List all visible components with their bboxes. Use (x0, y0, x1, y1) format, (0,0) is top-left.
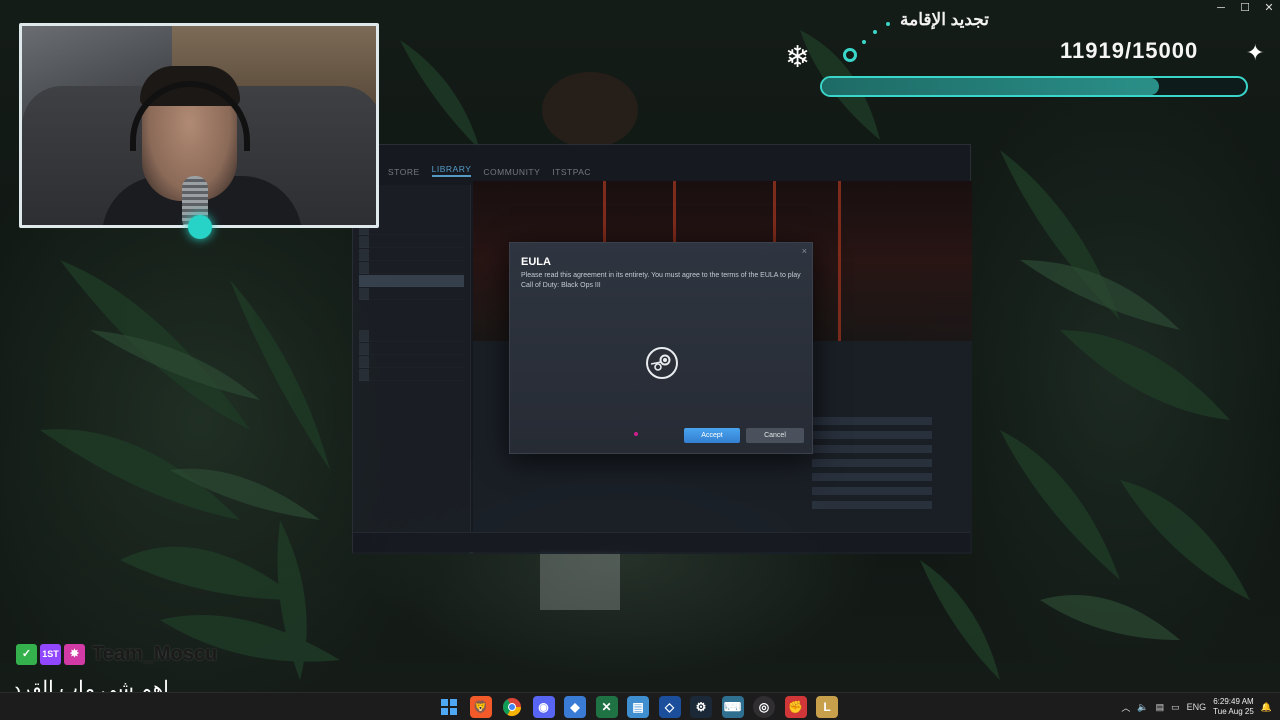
league-icon[interactable]: L (816, 696, 838, 718)
library-item[interactable] (359, 356, 464, 368)
webcam-accent-dot (188, 215, 212, 239)
minimize-button[interactable]: ─ (1216, 2, 1226, 14)
friends-panel (812, 411, 962, 531)
goal-title: تجديد الإقامة (900, 10, 989, 29)
notepad-icon[interactable]: ▤ (627, 696, 649, 718)
goal-progress-fill (822, 78, 1159, 95)
obs-icon[interactable]: ◎ (753, 696, 775, 718)
star-badge-icon: ✸ (64, 644, 85, 665)
riot-icon[interactable]: ✊ (784, 696, 807, 718)
library-item[interactable] (359, 288, 464, 300)
accept-button[interactable]: Accept (684, 428, 740, 443)
windows-icon[interactable] (438, 696, 460, 718)
checkmark-badge-icon: ✓ (16, 644, 37, 665)
chrome-icon[interactable] (501, 696, 523, 718)
keyboard-icon[interactable]: ⌨ (721, 696, 744, 718)
cancel-button[interactable]: Cancel (746, 428, 804, 443)
taskbar-apps: 🦁 ◉ ◆ ✕ ▤ ◇ ⚙ ⌨ ◎ ✊ L (438, 696, 838, 718)
library-item[interactable] (359, 330, 464, 342)
notification-icon[interactable]: 🔔 (1261, 702, 1272, 713)
system-tray: ︿ 🔈 ▤ ▭ ENG 6:29:49 AM Tue Aug 25 🔔 (1121, 693, 1272, 720)
steam-nav-profile[interactable]: ITSTPAC (552, 167, 591, 177)
cursor-icon (634, 432, 638, 436)
snowflake-icon: ❄ (785, 41, 811, 74)
steam-nav: STORE LIBRARY COMMUNITY ITSTPAC (353, 145, 970, 185)
eula-dialog: EULA × Please read this agreement in its… (509, 242, 813, 454)
taskbar: 🦁 ◉ ◆ ✕ ▤ ◇ ⚙ ⌨ ◎ ✊ L ︿ 🔈 ▤ ▭ ENG 6:29:4… (0, 692, 1280, 720)
dialog-text: Please read this agreement in its entire… (521, 272, 801, 289)
library-item[interactable] (359, 262, 464, 274)
goal-progress-bar (820, 76, 1248, 97)
steam-icon[interactable]: ⚙ (690, 696, 712, 718)
azure-icon[interactable]: ◇ (658, 696, 681, 718)
library-item-selected[interactable] (359, 275, 464, 287)
excel-icon[interactable]: ✕ (595, 696, 618, 718)
hero-stripe (838, 181, 841, 341)
close-button[interactable]: ✕ (1264, 2, 1274, 14)
dialog-title: EULA (521, 256, 551, 268)
clock-date: Tue Aug 25 (1213, 707, 1254, 716)
steam-nav-library[interactable]: LIBRARY (431, 164, 472, 177)
clock-time: 6:29:49 AM (1213, 697, 1254, 706)
close-icon[interactable]: × (802, 246, 807, 256)
goal-count: 11919/15000 (1060, 38, 1199, 63)
steam-footer (353, 532, 970, 552)
sparkle-icon: ✦ (1246, 40, 1265, 65)
network-icon[interactable]: ▤ (1156, 702, 1165, 713)
language-indicator[interactable]: ENG (1187, 702, 1207, 712)
chat-line: ✓ 1ST ✸ Team_Moscu (16, 643, 217, 666)
steam-logo-icon (646, 347, 678, 379)
battery-icon[interactable]: ▭ (1171, 702, 1180, 713)
steam-library-sidebar (353, 185, 471, 554)
webcam-feed (19, 23, 379, 228)
files-icon[interactable]: ◆ (564, 696, 586, 718)
clock[interactable]: 6:29:49 AM Tue Aug 25 (1213, 697, 1254, 717)
discord-icon[interactable]: ◉ (532, 696, 555, 718)
library-item[interactable] (359, 343, 464, 355)
goal-ring-decoration (843, 48, 857, 62)
steam-nav-community[interactable]: COMMUNITY (483, 167, 540, 177)
library-item[interactable] (359, 369, 464, 381)
window-controls: ─ ☐ ✕ (1216, 2, 1274, 14)
chat-username: Team_Moscu (92, 643, 218, 665)
library-item[interactable] (359, 249, 464, 261)
first-badge-icon: 1ST (40, 644, 61, 665)
chevron-up-icon[interactable]: ︿ (1121, 701, 1130, 714)
brave-icon[interactable]: 🦁 (469, 696, 492, 718)
maximize-button[interactable]: ☐ (1240, 2, 1250, 14)
volume-icon[interactable]: 🔈 (1137, 702, 1148, 713)
steam-nav-store[interactable]: STORE (388, 167, 420, 177)
library-item[interactable] (359, 236, 464, 248)
